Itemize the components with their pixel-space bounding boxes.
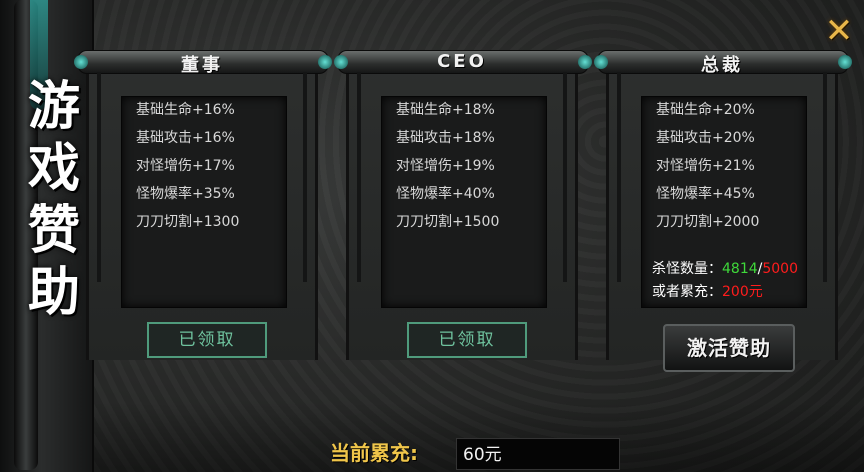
perk-item: 基础攻击+20% [656, 130, 755, 146]
perk-item: 刀刀切割+2000 [656, 214, 760, 230]
perk-item: 刀刀切割+1300 [136, 214, 240, 230]
tier-panel-ceo: CEO 基础生命+18% 基础攻击+18% 对怪增伤+19% 怪物爆率+40% … [334, 50, 592, 360]
tier-title: CEO [437, 51, 487, 72]
perk-item: 基础生命+16% [136, 102, 235, 118]
recharge-label: 或者累充： [652, 284, 722, 300]
perk-list: 基础生命+16% 基础攻击+16% 对怪增伤+17% 怪物爆率+35% 刀刀切割… [121, 96, 287, 308]
perk-item: 基础攻击+16% [136, 130, 235, 146]
activate-sponsor-button[interactable]: 激活赞助 [663, 324, 795, 372]
perk-item: 对怪增伤+19% [396, 158, 495, 174]
perk-item: 刀刀切割+1500 [396, 214, 500, 230]
close-icon[interactable]: ✕ [822, 14, 856, 48]
perk-item: 怪物爆率+40% [396, 186, 495, 202]
perk-item: 基础攻击+18% [396, 130, 495, 146]
kill-label: 杀怪数量： [652, 261, 722, 277]
perk-item: 基础生命+18% [396, 102, 495, 118]
perk-item: 对怪增伤+21% [656, 158, 755, 174]
recharge-requirement: 或者累充：200元 [652, 283, 763, 301]
kill-current-count: 4814 [722, 261, 758, 277]
recharge-required-amount: 200元 [722, 284, 763, 300]
claimed-button[interactable]: 已领取 [407, 322, 527, 358]
window-title: 游 戏 赞 助 [27, 76, 80, 323]
perk-item: 对怪增伤+17% [136, 158, 235, 174]
kill-required-count: 5000 [762, 261, 798, 277]
bottom-decoration [0, 402, 864, 472]
perk-item: 怪物爆率+45% [656, 186, 755, 202]
current-recharge-label: 当前累充: [330, 441, 418, 465]
tier-panel-president: 总裁 基础生命+20% 基础攻击+20% 对怪增伤+21% 怪物爆率+45% 刀… [594, 50, 852, 372]
perk-item: 基础生命+20% [656, 102, 755, 118]
current-recharge-value: 60元 [456, 438, 620, 470]
kill-requirement: 杀怪数量：4814/5000 [652, 260, 798, 278]
claimed-button[interactable]: 已领取 [147, 322, 267, 358]
perk-list: 基础生命+18% 基础攻击+18% 对怪增伤+19% 怪物爆率+40% 刀刀切割… [381, 96, 547, 308]
perk-list: 基础生命+20% 基础攻击+20% 对怪增伤+21% 怪物爆率+45% 刀刀切割… [641, 96, 807, 308]
perk-item: 怪物爆率+35% [136, 186, 235, 202]
tier-panel-director: 董事 基础生命+16% 基础攻击+16% 对怪增伤+17% 怪物爆率+35% 刀… [74, 50, 332, 360]
